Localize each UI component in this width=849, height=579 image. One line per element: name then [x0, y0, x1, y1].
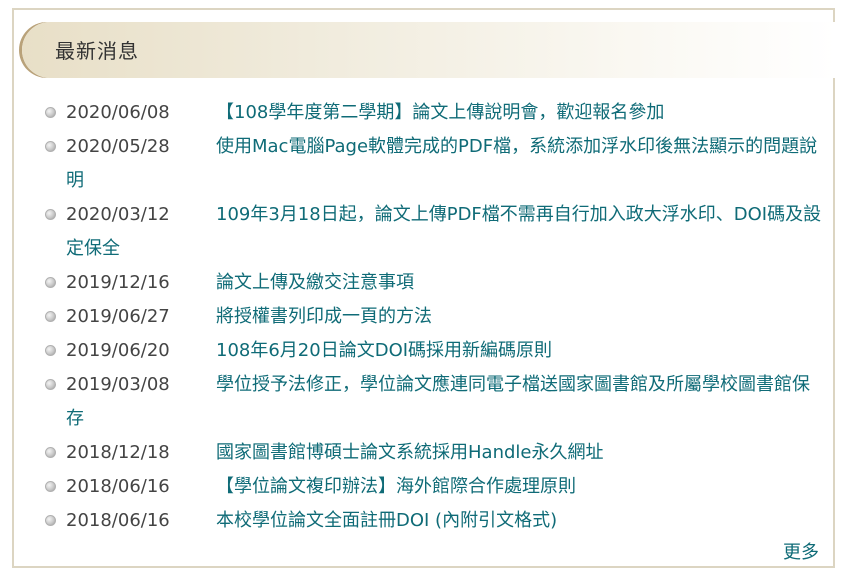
news-item: 2019/12/16 論文上傳及繳交注意事項 — [42, 266, 822, 300]
news-title-link[interactable]: 將授權書列印成一頁的方法 — [216, 306, 432, 327]
bullet-icon — [45, 379, 56, 390]
news-date: 2018/06/16 — [66, 476, 170, 497]
news-date: 2018/06/16 — [66, 510, 170, 531]
news-panel: 最新消息 2020/06/08 【108學年度第二學期】論文上傳說明會，歡迎報名參… — [12, 8, 837, 568]
bullet-icon — [45, 345, 56, 356]
news-title-link[interactable]: 108年6月20日論文DOI碼採用新編碼原則 — [216, 340, 552, 361]
news-title-link[interactable]: 論文上傳及繳交注意事項 — [216, 272, 414, 293]
bullet-icon — [45, 141, 56, 152]
bullet-icon — [45, 277, 56, 288]
news-title-link[interactable]: 【108學年度第二學期】論文上傳說明會，歡迎報名參加 — [216, 102, 664, 123]
bullet-icon — [45, 447, 56, 458]
bullet-icon — [45, 515, 56, 526]
news-item: 2020/05/28 使用Mac電腦Page軟體完成的PDF檔，系統添加浮水印後無… — [42, 130, 822, 198]
bullet-icon — [45, 209, 56, 220]
news-list: 2020/06/08 【108學年度第二學期】論文上傳說明會，歡迎報名參加 202… — [42, 96, 822, 538]
news-date: 2019/12/16 — [66, 272, 170, 293]
news-date: 2019/06/27 — [66, 306, 170, 327]
bullet-icon — [45, 311, 56, 322]
news-date: 2020/05/28 — [66, 136, 170, 157]
news-date: 2018/12/18 — [66, 442, 170, 463]
news-title-link[interactable]: 本校學位論文全面註冊DOI (內附引文格式) — [216, 510, 557, 531]
news-header: 最新消息 — [22, 22, 837, 78]
news-item: 2020/03/12 109年3月18日起，論文上傳PDF檔不需再自行加入政大浮水… — [42, 198, 822, 266]
news-title-link[interactable]: 【學位論文複印辦法】海外館際合作處理原則 — [216, 476, 576, 497]
news-item: 2019/06/27 將授權書列印成一頁的方法 — [42, 300, 822, 334]
news-date: 2019/06/20 — [66, 340, 170, 361]
news-item: 2019/06/20 108年6月20日論文DOI碼採用新編碼原則 — [42, 334, 822, 368]
news-item: 2018/12/18 國家圖書館博碩士論文系統採用Handle永久網址 — [42, 436, 822, 470]
news-date: 2020/06/08 — [66, 102, 170, 123]
news-date: 2019/03/08 — [66, 374, 170, 395]
bullet-icon — [45, 107, 56, 118]
news-item: 2018/06/16 【學位論文複印辦法】海外館際合作處理原則 — [42, 470, 822, 504]
news-date: 2020/03/12 — [66, 204, 170, 225]
news-item: 2018/06/16 本校學位論文全面註冊DOI (內附引文格式) — [42, 504, 822, 538]
news-title-link[interactable]: 國家圖書館博碩士論文系統採用Handle永久網址 — [216, 442, 603, 463]
news-item: 2020/06/08 【108學年度第二學期】論文上傳說明會，歡迎報名參加 — [42, 96, 822, 130]
bullet-icon — [45, 481, 56, 492]
news-item: 2019/03/08 學位授予法修正，學位論文應連同電子檔送國家圖書館及所屬學校圖… — [42, 368, 822, 436]
more-link[interactable]: 更多 — [783, 538, 819, 564]
news-header-title: 最新消息 — [55, 39, 139, 63]
